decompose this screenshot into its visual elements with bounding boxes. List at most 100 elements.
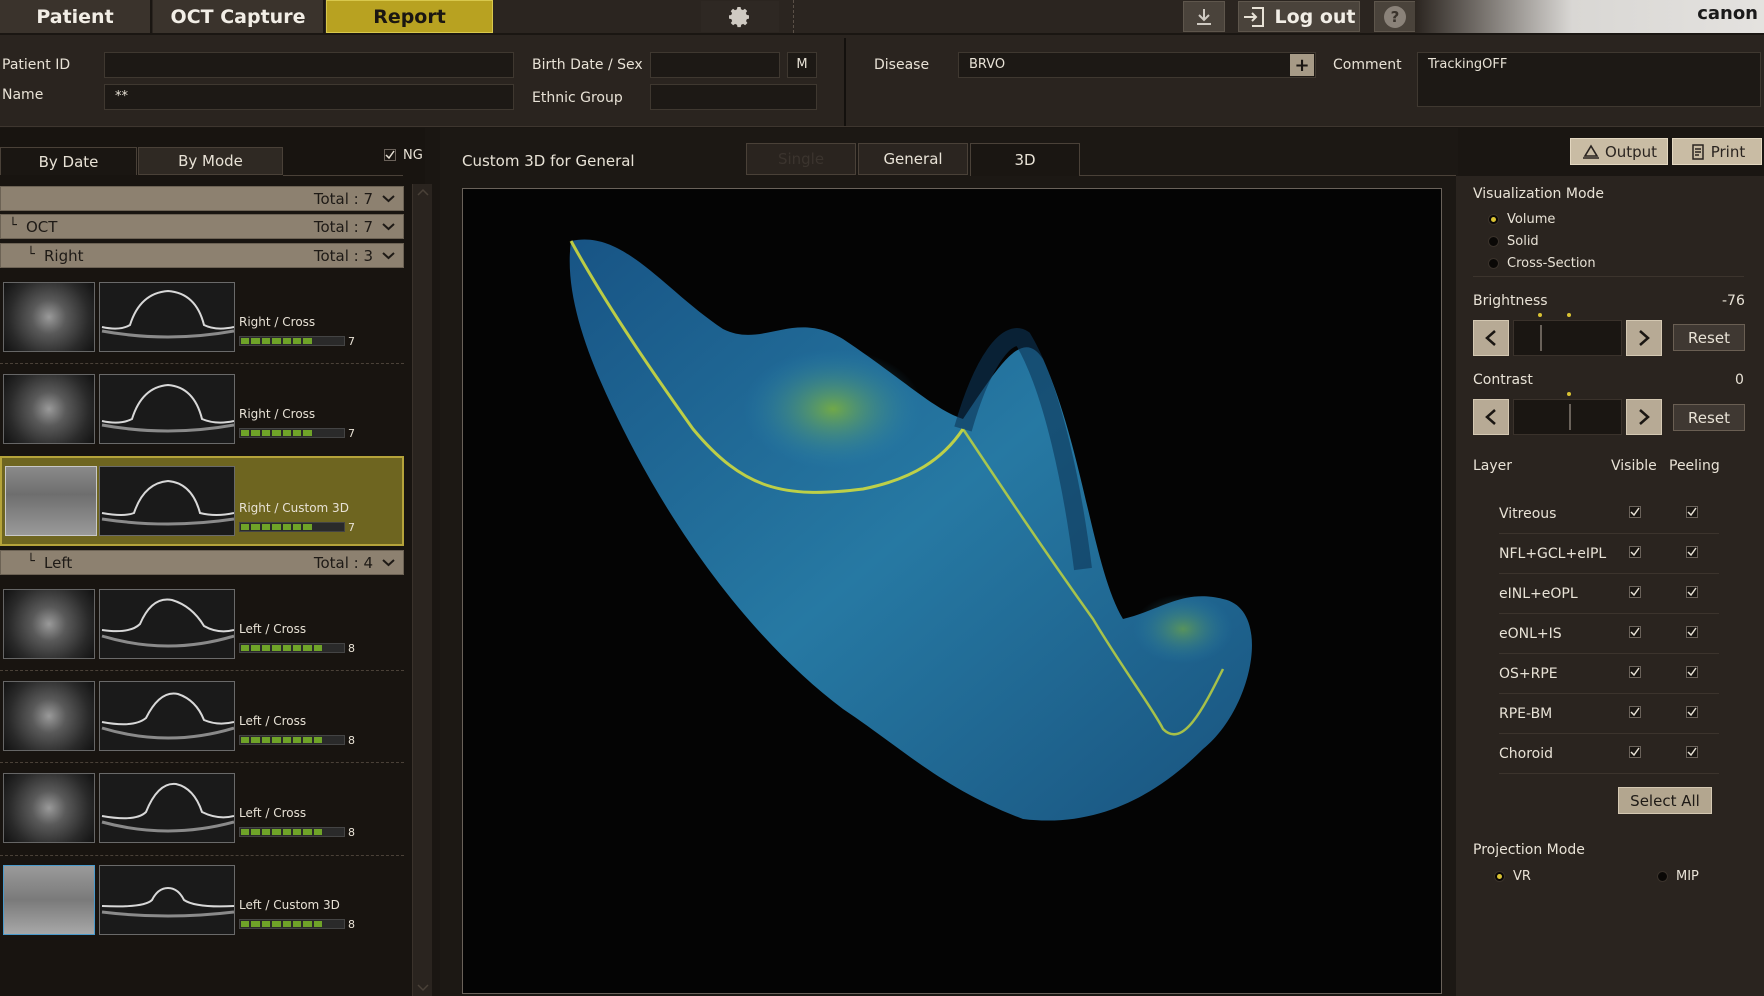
tab-report[interactable]: Report — [326, 0, 493, 33]
radio-cross-section[interactable]: Cross-Section — [1488, 256, 1596, 271]
3d-volume-viewer[interactable] — [462, 188, 1442, 994]
name-field[interactable]: ** — [104, 84, 514, 110]
radio-off-icon — [1488, 236, 1499, 247]
quality-value: 8 — [348, 918, 355, 931]
group-row-left[interactable]: └ Left Total : 4 — [0, 550, 404, 575]
output-icon — [1582, 143, 1599, 159]
group-row-all[interactable]: Total : 7 — [0, 186, 404, 211]
sex-field[interactable]: M — [787, 52, 817, 78]
logout-label: Log out — [1274, 5, 1356, 28]
layer-name: eINL+eOPL — [1499, 586, 1578, 602]
group-row-right[interactable]: └ Right Total : 3 — [0, 243, 404, 268]
disease-field[interactable]: BRVO — [958, 52, 1316, 78]
layer-visible-checkbox[interactable] — [1629, 546, 1641, 558]
brightness-increase-button[interactable] — [1626, 320, 1662, 356]
layer-row: eINL+eOPL — [1499, 574, 1719, 614]
layer-peeling-checkbox[interactable] — [1686, 746, 1698, 758]
exam-list-item-selected[interactable]: Right / Custom 3D 7 — [0, 456, 404, 546]
contrast-reset-button[interactable]: Reset — [1673, 404, 1745, 431]
layer-peeling-checkbox[interactable] — [1686, 706, 1698, 718]
chevron-left-icon — [1485, 330, 1496, 346]
logout-button[interactable]: Log out — [1238, 1, 1360, 32]
oct-volume-render — [569, 239, 1252, 821]
layer-name: eONL+IS — [1499, 626, 1562, 642]
print-icon — [1691, 143, 1704, 160]
list-divider — [0, 855, 404, 856]
fundus-thumbnail — [3, 374, 95, 444]
radio-solid[interactable]: Solid — [1488, 234, 1539, 249]
settings-button[interactable] — [701, 1, 779, 32]
tab-by-mode[interactable]: By Mode — [138, 147, 283, 175]
quality-value: 7 — [348, 521, 355, 534]
brand-area: canon — [1415, 0, 1764, 33]
check-icon — [1687, 587, 1697, 597]
exam-list-item[interactable]: Left / Custom 3D 8 — [0, 861, 404, 953]
brightness-slider[interactable] — [1513, 320, 1622, 356]
layer-visible-checkbox[interactable] — [1629, 586, 1641, 598]
output-button[interactable]: Output — [1570, 138, 1668, 165]
tab-general[interactable]: General — [858, 143, 968, 175]
help-button[interactable]: ? — [1374, 1, 1416, 32]
layer-visible-checkbox[interactable] — [1629, 626, 1641, 638]
radio-off-icon — [1488, 258, 1499, 269]
layer-visible-checkbox[interactable] — [1629, 506, 1641, 518]
tab-by-date[interactable]: By Date — [0, 147, 137, 175]
layer-row: Vitreous — [1499, 494, 1719, 534]
tab-patient[interactable]: Patient — [0, 0, 152, 33]
group-label: OCT — [26, 218, 58, 236]
print-button[interactable]: Print — [1672, 138, 1762, 165]
radio-off-icon — [1657, 871, 1668, 882]
radio-label: Solid — [1507, 234, 1539, 249]
layer-peeling-checkbox[interactable] — [1686, 626, 1698, 638]
layer-peeling-checkbox[interactable] — [1686, 546, 1698, 558]
brightness-decrease-button[interactable] — [1473, 320, 1509, 356]
layer-visible-checkbox[interactable] — [1629, 706, 1641, 718]
ng-checkbox[interactable] — [384, 149, 396, 161]
layer-visible-checkbox[interactable] — [1629, 666, 1641, 678]
tree-branch-icon: └ — [27, 247, 35, 262]
comment-field[interactable]: TrackingOFF — [1417, 52, 1761, 107]
quality-bar — [239, 735, 345, 745]
layer-peeling-checkbox[interactable] — [1686, 666, 1698, 678]
contrast-decrease-button[interactable] — [1473, 399, 1509, 435]
layer-name: NFL+GCL+eIPL — [1499, 546, 1607, 562]
exam-list-item[interactable]: Left / Cross 8 — [0, 585, 404, 677]
layer-peeling-checkbox[interactable] — [1686, 586, 1698, 598]
slider-handle[interactable] — [1569, 404, 1571, 430]
radio-mip[interactable]: MIP — [1657, 869, 1699, 884]
download-icon — [1197, 8, 1211, 25]
layer-visible-checkbox[interactable] — [1629, 746, 1641, 758]
select-all-button[interactable]: Select All — [1618, 787, 1712, 814]
tab-underline — [283, 175, 403, 176]
download-button[interactable] — [1183, 1, 1225, 32]
list-scrollbar[interactable] — [412, 184, 432, 996]
birth-date-label: Birth Date / Sex — [532, 57, 643, 73]
layer-row: OS+RPE — [1499, 654, 1719, 694]
radio-volume[interactable]: Volume — [1488, 212, 1555, 227]
birth-date-field[interactable] — [650, 52, 780, 78]
check-icon — [1687, 707, 1697, 717]
visible-header: Visible — [1611, 458, 1657, 474]
list-divider — [0, 670, 404, 671]
layer-peeling-checkbox[interactable] — [1686, 506, 1698, 518]
add-disease-button[interactable]: + — [1290, 54, 1314, 76]
layer-name: RPE-BM — [1499, 706, 1553, 722]
exam-list-item[interactable]: Left / Cross 8 — [0, 769, 404, 861]
exam-list-item[interactable]: Left / Cross 8 — [0, 677, 404, 769]
exam-list-item[interactable]: Right / Cross 7 — [0, 278, 404, 370]
patient-id-field[interactable] — [104, 52, 514, 78]
tab-oct-capture[interactable]: OCT Capture — [153, 0, 325, 33]
brightness-reset-button[interactable]: Reset — [1673, 324, 1745, 351]
tab-3d[interactable]: 3D — [970, 143, 1080, 176]
group-row-oct[interactable]: └ OCT Total : 7 — [0, 214, 404, 239]
contrast-slider[interactable] — [1513, 399, 1622, 435]
ethnic-group-field[interactable] — [650, 84, 817, 110]
contrast-increase-button[interactable] — [1626, 399, 1662, 435]
radio-label: Cross-Section — [1507, 256, 1596, 271]
slider-handle[interactable] — [1540, 325, 1542, 351]
tab-single[interactable]: Single — [746, 143, 856, 175]
radio-vr[interactable]: VR — [1494, 869, 1531, 884]
group-total: Total : 7 — [313, 190, 373, 208]
exam-list-item[interactable]: Right / Cross 7 — [0, 370, 404, 462]
ng-label: NG — [403, 148, 423, 163]
